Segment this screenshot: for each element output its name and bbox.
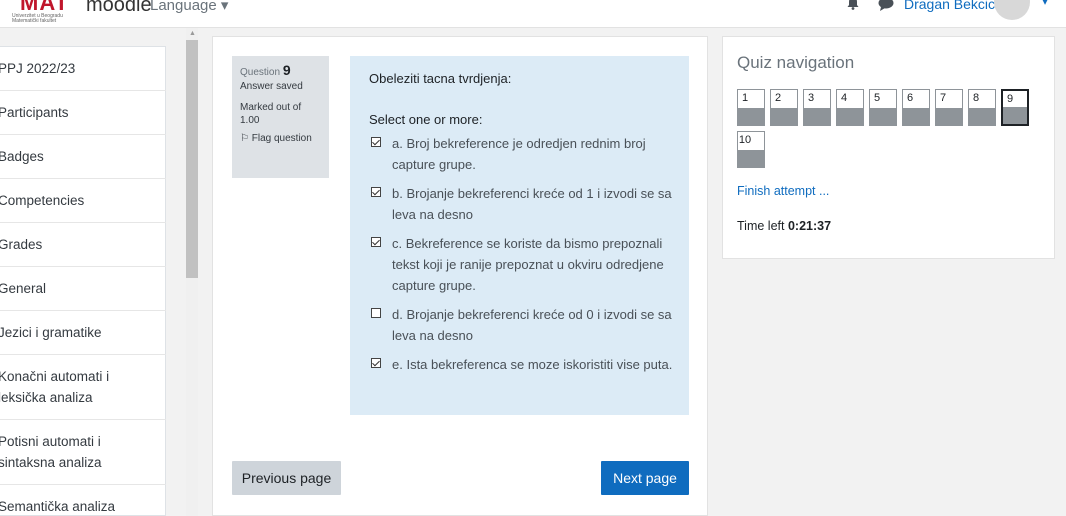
sidebar-item-label: Jezici i gramatike [0, 325, 102, 340]
previous-page-button[interactable]: Previous page [232, 461, 341, 495]
quiz-timer: Time left 0:21:37 [737, 219, 831, 233]
quiz-nav-button[interactable]: 3 [803, 89, 831, 126]
quiz-nav-number: 1 [741, 92, 749, 104]
scroll-up-icon[interactable]: ▲ [189, 30, 196, 37]
quiz-nav-answered-fill [903, 108, 929, 125]
sidebar-item[interactable]: Jezici i gramatike [0, 311, 166, 355]
answer-checkbox[interactable] [371, 358, 381, 368]
quiz-nav-number: 5 [873, 92, 881, 104]
language-menu[interactable]: Language ▾ [150, 0, 228, 14]
user-name[interactable]: Dragan Bekcic [904, 0, 995, 12]
sidebar-item[interactable]: Semantička analiza [0, 485, 166, 516]
quiz-nav-answered-fill [936, 108, 962, 125]
quiz-nav-number: 9 [1006, 93, 1014, 105]
answer-label: a. Broj bekreference je odredjen rednim … [392, 136, 646, 172]
quiz-nav-answered-fill [870, 108, 896, 125]
finish-attempt-link[interactable]: Finish attempt ... [737, 184, 829, 198]
answer-checkbox[interactable] [371, 137, 381, 147]
sidebar-item[interactable]: PPJ 2022/23 [0, 47, 166, 91]
quiz-nav-number: 10 [738, 134, 752, 146]
quiz-nav-number: 8 [972, 92, 980, 104]
sidebar-item-label: Badges [0, 149, 44, 164]
sidebar-item[interactable]: Grades [0, 223, 166, 267]
quiz-nav-button[interactable]: 8 [968, 89, 996, 126]
site-logo[interactable]: MAT Univerzitet u Beogradu Matematički f… [6, 0, 78, 24]
quiz-nav-answered-fill [1003, 107, 1027, 124]
quiz-nav-button[interactable]: 10 [737, 131, 765, 168]
quiz-nav-button[interactable]: 2 [770, 89, 798, 126]
sidebar-item-label: Potisni automati i sintaksna analiza [0, 434, 102, 470]
answer-checkbox[interactable] [371, 187, 381, 197]
answer-label: b. Brojanje bekreferenci kreće od 1 i iz… [392, 186, 672, 222]
answer-label: e. Ista bekreferenca se moze iskoristiti… [392, 357, 673, 372]
user-avatar[interactable] [994, 0, 1030, 20]
quiz-nav-number: 6 [906, 92, 914, 104]
sidebar-item[interactable]: Potisni automati i sintaksna analiza [0, 420, 166, 485]
quiz-nav-button[interactable]: 7 [935, 89, 963, 126]
flag-icon: ⚐ [240, 133, 249, 144]
quiz-nav-number: 2 [774, 92, 782, 104]
quiz-nav-button[interactable]: 1 [737, 89, 765, 126]
sidebar-item-label: Participants [0, 105, 69, 120]
notification-bell-icon[interactable] [846, 0, 860, 10]
question-grade: Marked out of 1.00 [240, 102, 302, 126]
sidebar-item-label: General [0, 281, 47, 296]
sidebar-item-label: Competencies [0, 193, 85, 208]
top-navbar: MAT Univerzitet u Beogradu Matematički f… [0, 0, 1066, 28]
quiz-nav-button[interactable]: 6 [902, 89, 930, 126]
quiz-nav-button[interactable]: 5 [869, 89, 897, 126]
quiz-nav-number: 3 [807, 92, 815, 104]
question-formulation: Obeleziti tacna tvrdjenja: Select one or… [350, 56, 689, 415]
sidebar-item[interactable]: Competencies [0, 179, 166, 223]
quiz-nav-answered-fill [738, 108, 764, 125]
answer-checkbox[interactable] [371, 308, 381, 318]
quiz-nav-number: 7 [939, 92, 947, 104]
quiz-nav-button[interactable]: 9 [1001, 89, 1029, 126]
quiz-nav-button[interactable]: 4 [836, 89, 864, 126]
question-state: Answer saved [240, 81, 303, 92]
sidebar-item-label: PPJ 2022/23 [0, 61, 76, 76]
logo-subtitle: Univerzitet u Beogradu Matematički fakul… [12, 13, 63, 24]
question-number: Question 9 [240, 62, 321, 78]
sidebar-item[interactable]: Badges [0, 135, 166, 179]
course-index-drawer: PPJ 2022/23 Participants Badges Competencie… [0, 46, 166, 516]
time-left-label: Time left [737, 219, 785, 233]
quiz-navigation-title: Quiz navigation [737, 53, 855, 72]
sidebar-item[interactable]: General [0, 267, 166, 311]
sidebar-item-label: Konačni automati i leksička analiza [0, 369, 110, 405]
question-number-value: 9 [282, 62, 291, 78]
answer-label: c. Bekreference se koriste da bismo prep… [392, 236, 664, 293]
sidebar-item[interactable]: Konačni automati i leksička analiza [0, 355, 166, 420]
flag-question-link[interactable]: ⚐ Flag question [240, 133, 321, 144]
sidebar-item-label: Grades [0, 237, 43, 252]
question-info-panel: Question 9 Answer saved Marked out of 1.… [232, 56, 329, 178]
quiz-nav-answered-fill [738, 150, 764, 167]
time-left-value: 0:21:37 [787, 219, 832, 233]
answer-label: d. Brojanje bekreferenci kreće od 0 i iz… [392, 307, 672, 343]
answer-prompt: Select one or more: [369, 112, 483, 127]
next-page-button[interactable]: Next page [601, 461, 689, 495]
question-number-prefix: Question [240, 67, 281, 78]
quiz-nav-answered-fill [837, 108, 863, 125]
flag-question-label: Flag question [251, 133, 312, 144]
chevron-down-icon[interactable]: ▾ [1042, 0, 1048, 8]
drawer-scrollbar-thumb[interactable] [186, 40, 198, 278]
sidebar-item-label: Semantička analiza [0, 499, 116, 514]
quiz-nav-answered-fill [771, 108, 797, 125]
sidebar-item[interactable]: Participants [0, 91, 166, 135]
question-text: Obeleziti tacna tvrdjenja: [369, 71, 512, 86]
answer-checkbox[interactable] [371, 237, 381, 247]
quiz-nav-answered-fill [804, 108, 830, 125]
quiz-nav-answered-fill [969, 108, 995, 125]
brand-name[interactable]: moodle [86, 0, 152, 17]
quiz-nav-number: 4 [840, 92, 848, 104]
messages-icon[interactable] [878, 0, 894, 11]
